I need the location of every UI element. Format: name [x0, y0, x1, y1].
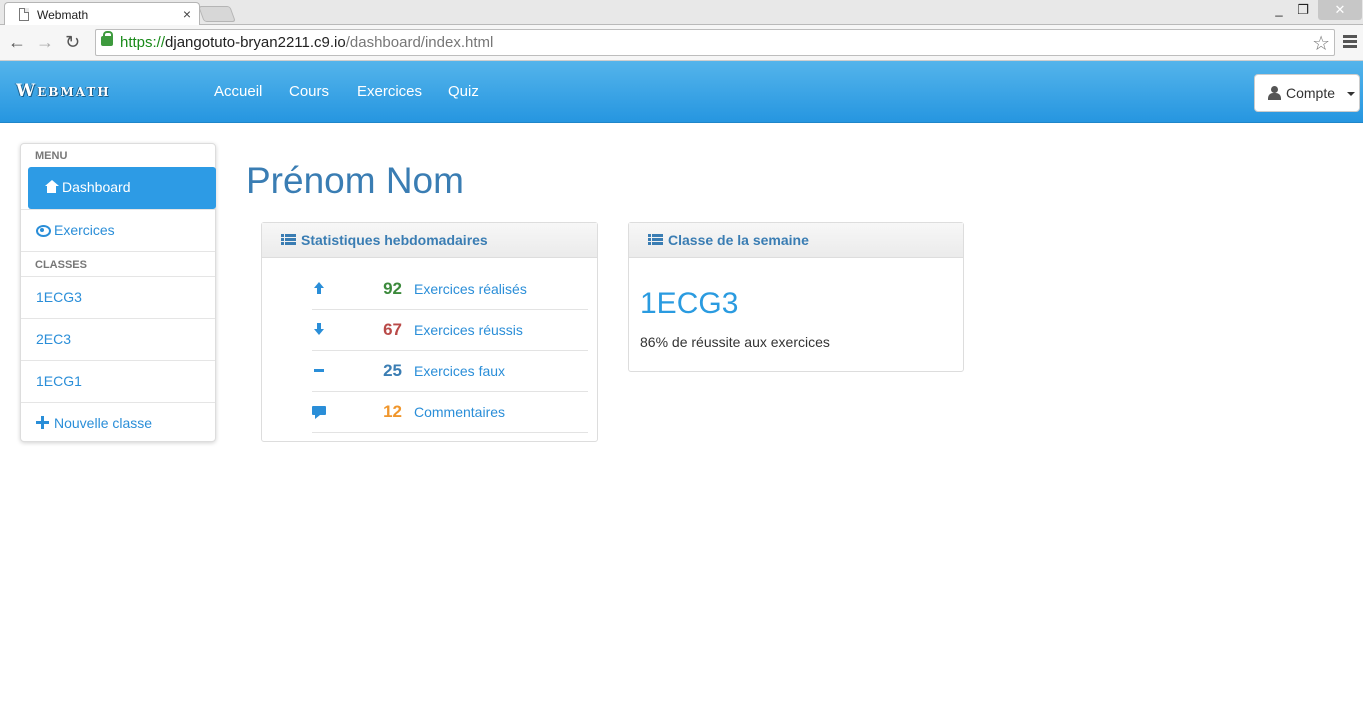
stat-value: 67: [383, 320, 402, 339]
stat-row: 12 Commentaires: [312, 392, 588, 433]
sidebar-class-1ecg1[interactable]: 1ECG1: [21, 360, 215, 402]
class-of-week-description: 86% de réussite aux exercices: [640, 334, 830, 350]
stat-value: 25: [383, 361, 402, 380]
stat-row: 25 Exercices faux: [312, 351, 588, 392]
sidebar-classes-header: CLASSES: [35, 259, 87, 271]
url-scheme: https://: [120, 34, 166, 51]
stat-value: 92: [383, 279, 402, 298]
stat-row: 67 Exercices réussis: [312, 310, 588, 351]
nav-link-cours[interactable]: Cours: [289, 83, 329, 100]
weekly-stats-panel: Statistiques hebdomadaires 92 Exercices …: [261, 222, 598, 442]
nav-link-quiz[interactable]: Quiz: [448, 83, 479, 100]
sidebar-item-label: 2EC3: [36, 331, 72, 347]
panel-heading: Statistiques hebdomadaires: [262, 223, 597, 258]
class-of-week-panel: Classe de la semaine 1ECG3 86% de réussi…: [628, 222, 964, 372]
new-tab-button[interactable]: [198, 6, 236, 22]
stat-value: 12: [383, 402, 402, 421]
sidebar-item-label: Nouvelle classe: [54, 415, 153, 431]
sidebar-item-dashboard[interactable]: Dashboard: [28, 167, 216, 209]
sidebar-new-class[interactable]: Nouvelle classe: [21, 402, 215, 444]
caret-down-icon: [1347, 92, 1355, 96]
lock-icon: [101, 31, 113, 46]
brand-logo[interactable]: Webmath: [16, 81, 111, 101]
account-dropdown-button[interactable]: Compte: [1254, 74, 1360, 112]
sidebar-classes-divider: CLASSES: [21, 251, 215, 276]
list-icon: [648, 234, 663, 246]
browser-tabstrip: Webmath × _ ❐ ✕: [0, 0, 1363, 26]
maximize-button[interactable]: ❐: [1292, 0, 1314, 20]
page-icon: [19, 8, 29, 21]
stat-row: 92 Exercices réalisés: [312, 269, 588, 310]
site-navbar: Webmath Accueil Cours Exercices Quiz Com…: [0, 61, 1363, 123]
window-close-button[interactable]: ✕: [1318, 0, 1362, 20]
sidebar-item-exercices[interactable]: Exercices: [21, 209, 215, 251]
plus-icon: [36, 416, 51, 429]
browser-tab[interactable]: Webmath ×: [4, 2, 200, 26]
arrow-down-icon: [312, 323, 326, 337]
url-host: djangotuto-bryan2211.c9.io: [165, 34, 346, 51]
tab-title: Webmath: [37, 8, 89, 22]
url-text[interactable]: https://djangotuto-bryan2211.c9.io/dashb…: [120, 34, 493, 51]
sidebar-item-label: Dashboard: [62, 179, 131, 195]
forward-icon[interactable]: →: [36, 32, 54, 52]
sidebar-class-1ecg3[interactable]: 1ECG3: [21, 276, 215, 318]
back-icon[interactable]: ←: [8, 32, 26, 52]
comment-icon: [312, 405, 326, 419]
minimize-button[interactable]: _: [1268, 0, 1290, 20]
sidebar-menu-header: MENU: [35, 150, 68, 162]
address-bar[interactable]: https://djangotuto-bryan2211.c9.io/dashb…: [95, 29, 1335, 56]
url-path: /dashboard/index.html: [345, 34, 494, 51]
panel-title: Classe de la semaine: [668, 232, 809, 248]
class-of-week-name[interactable]: 1ECG3: [640, 287, 738, 321]
stat-label-link[interactable]: Commentaires: [414, 404, 505, 420]
list-icon: [281, 234, 296, 246]
sidebar: MENU Dashboard Exercices CLASSES 1ECG3 2…: [20, 143, 216, 442]
sidebar-item-label: 1ECG1: [36, 373, 82, 389]
bookmark-star-icon[interactable]: ☆: [1312, 31, 1330, 56]
nav-link-accueil[interactable]: Accueil: [214, 83, 262, 100]
stat-label-link[interactable]: Exercices réalisés: [414, 281, 527, 297]
reload-icon[interactable]: ↻: [65, 32, 80, 52]
account-label: Compte: [1286, 85, 1336, 101]
sidebar-item-label: Exercices: [54, 222, 115, 238]
home-icon: [44, 180, 59, 193]
sidebar-item-label: 1ECG3: [36, 289, 82, 305]
panel-heading: Classe de la semaine: [629, 223, 963, 258]
minus-icon: [312, 364, 326, 378]
stat-label-link[interactable]: Exercices réussis: [414, 322, 523, 338]
panel-title: Statistiques hebdomadaires: [301, 232, 488, 248]
eye-icon: [36, 223, 51, 237]
page-title: Prénom Nom: [246, 160, 464, 201]
user-icon: [1268, 86, 1281, 100]
browser-menu-icon[interactable]: [1343, 35, 1357, 49]
arrow-up-icon: [312, 282, 326, 296]
browser-toolbar: ← → ↻ https://djangotuto-bryan2211.c9.io…: [0, 25, 1363, 61]
tab-close-icon[interactable]: ×: [183, 6, 191, 22]
nav-link-exercices[interactable]: Exercices: [357, 83, 422, 100]
stat-label-link[interactable]: Exercices faux: [414, 363, 505, 379]
sidebar-class-2ec3[interactable]: 2EC3: [21, 318, 215, 360]
